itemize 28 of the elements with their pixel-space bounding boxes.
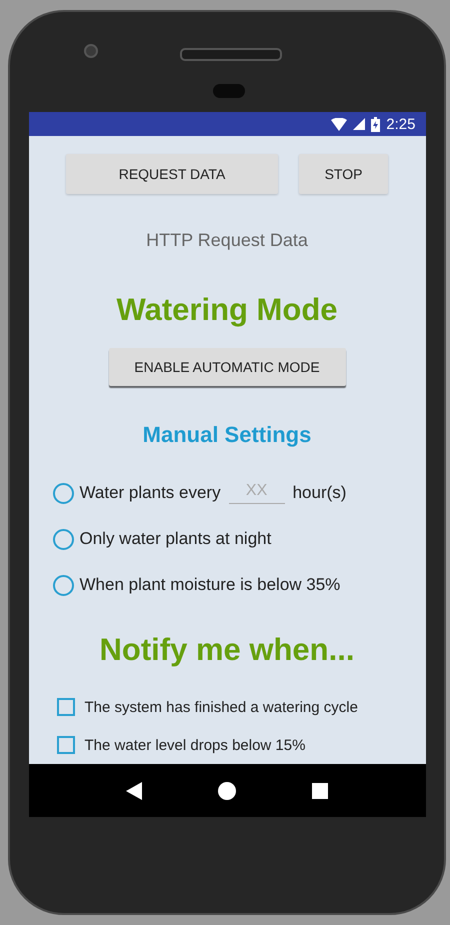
- checkbox[interactable]: [56, 736, 74, 754]
- hours-field[interactable]: XX: [228, 482, 285, 504]
- option-label: Only water plants at night: [80, 529, 272, 549]
- option-label: When plant moisture is below 35%: [80, 575, 340, 595]
- signal-icon: [353, 118, 366, 130]
- battery-icon: [371, 116, 380, 132]
- notification-label: The water level drops below 15%: [84, 736, 306, 754]
- back-icon[interactable]: [126, 782, 142, 800]
- home-icon[interactable]: [218, 782, 236, 800]
- stop-button[interactable]: STOP: [299, 154, 388, 194]
- camera-icon: [84, 44, 98, 58]
- automatic-mode-button[interactable]: ENABLE AUTOMATIC MODE: [108, 348, 346, 386]
- section-heading: Watering Mode: [116, 292, 338, 328]
- section-heading: Notify me when...: [100, 632, 354, 668]
- recents-icon[interactable]: [312, 782, 328, 798]
- response-text: HTTP Request Data: [146, 230, 308, 251]
- option-label: Water plants every: [80, 483, 221, 503]
- radio-button[interactable]: [52, 482, 74, 504]
- radio-button[interactable]: [52, 574, 74, 596]
- status-time: 2:25: [386, 116, 416, 132]
- checkbox[interactable]: [56, 698, 74, 716]
- wifi-icon: [331, 118, 348, 130]
- unit-label: hour(s): [292, 483, 346, 503]
- section-heading: Manual Settings: [142, 422, 312, 448]
- radio-button[interactable]: [52, 528, 74, 550]
- sensor-icon: [213, 84, 245, 98]
- notification-label: The system has finished a watering cycle: [84, 698, 358, 716]
- request-data-button[interactable]: REQUEST DATA: [66, 154, 278, 194]
